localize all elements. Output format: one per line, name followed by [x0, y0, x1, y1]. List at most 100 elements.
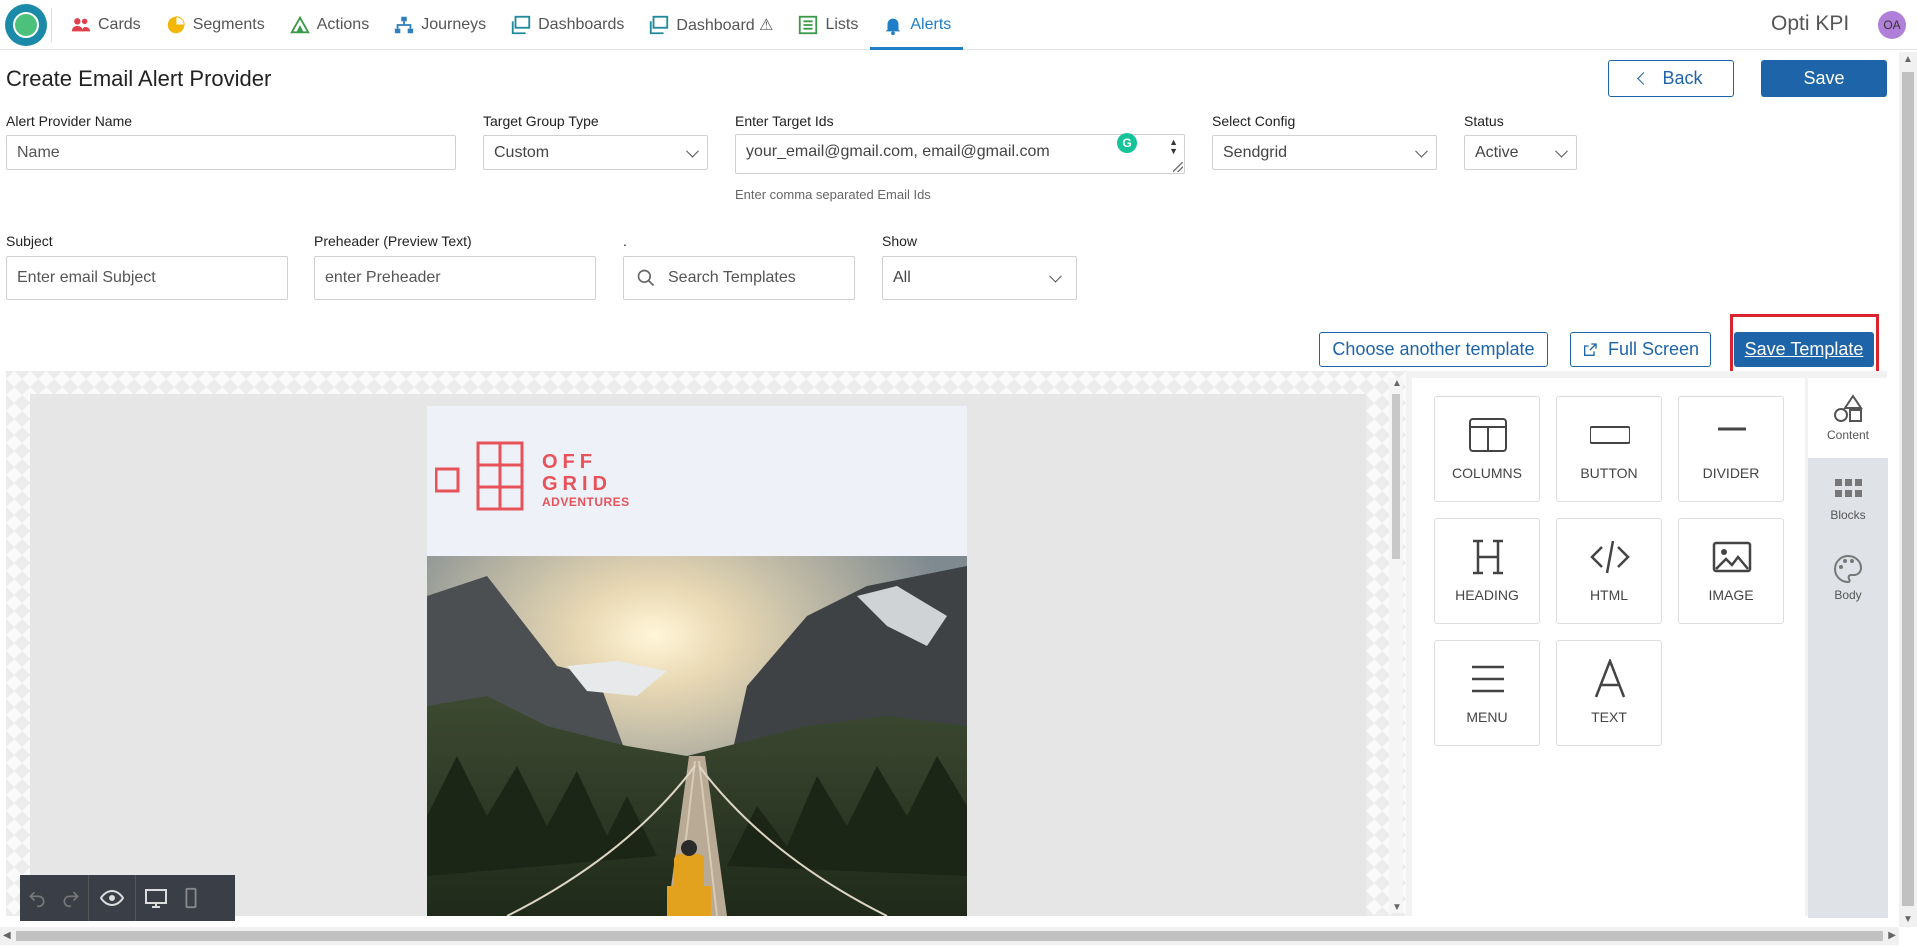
- status-select[interactable]: Active: [1464, 135, 1577, 170]
- tool-menu[interactable]: MENU: [1434, 640, 1540, 746]
- scroll-right-arrow-icon[interactable]: ▶: [1888, 930, 1896, 941]
- provider-name-placeholder: Name: [17, 143, 60, 161]
- nav-item-lists[interactable]: Lists: [785, 0, 870, 50]
- tool-divider[interactable]: DIVIDER: [1678, 396, 1784, 502]
- preheader-input[interactable]: enter Preheader: [314, 256, 596, 300]
- page-horizontal-scrollbar[interactable]: ◀ ▶: [0, 927, 1899, 945]
- page-title: Create Email Alert Provider: [6, 66, 272, 91]
- palette-icon: [1834, 554, 1863, 584]
- tab-body[interactable]: Body: [1808, 538, 1888, 618]
- scroll-up-arrow-icon[interactable]: ▲: [1392, 378, 1402, 389]
- tab-label: Body: [1834, 588, 1862, 602]
- tool-button[interactable]: BUTTON: [1556, 396, 1662, 502]
- nav-item-alerts[interactable]: Alerts: [870, 0, 964, 50]
- choose-another-template-button[interactable]: Choose another template: [1319, 332, 1548, 367]
- provider-name-label: Alert Provider Name: [6, 113, 133, 129]
- editor-scroll-thumb[interactable]: [1392, 394, 1400, 559]
- divider-icon: [1718, 427, 1746, 431]
- tab-label: Content: [1826, 428, 1870, 442]
- tool-text[interactable]: TEXT: [1556, 640, 1662, 746]
- target-ids-textarea[interactable]: your_email@gmail.com, email@gmail.com G …: [735, 133, 1185, 174]
- nav-item-label: Dashboard ⚠: [676, 17, 774, 34]
- scroll-down-arrow-icon[interactable]: ▼: [1392, 902, 1402, 913]
- pie-chart-icon: [167, 16, 185, 34]
- editor-side-tabs: Content Blocks Body: [1808, 378, 1888, 918]
- horizontal-scroll-thumb[interactable]: [16, 931, 1883, 941]
- redo-icon: [63, 891, 79, 908]
- preview-button[interactable]: [89, 875, 135, 921]
- full-screen-button[interactable]: Full Screen: [1570, 332, 1711, 367]
- mobile-icon: [185, 887, 197, 909]
- full-screen-label: Full Screen: [1607, 339, 1700, 359]
- provider-name-input[interactable]: Name: [6, 135, 456, 170]
- top-navigation: Cards Segments Actions Journeys Dashboar…: [0, 0, 1917, 50]
- menu-icon: [1472, 665, 1504, 693]
- undo-button[interactable]: [20, 875, 54, 921]
- scroll-left-arrow-icon[interactable]: ◀: [3, 930, 11, 941]
- page-scroll-thumb[interactable]: [1902, 72, 1914, 906]
- hero-image[interactable]: [427, 556, 967, 916]
- app-logo[interactable]: [5, 4, 47, 46]
- target-group-type-select[interactable]: Custom: [483, 135, 708, 170]
- users-icon: [71, 18, 91, 32]
- tool-columns[interactable]: COLUMNS: [1434, 396, 1540, 502]
- redo-button[interactable]: [54, 875, 88, 921]
- scroll-down-arrow-icon[interactable]: ▼: [1903, 914, 1913, 925]
- save-button-label: Save: [1803, 68, 1845, 88]
- nav-item-dashboard[interactable]: Dashboard ⚠: [636, 0, 785, 50]
- back-button-label: Back: [1662, 68, 1703, 88]
- nav-item-label: Dashboards: [538, 16, 625, 33]
- nav-item-actions[interactable]: Actions: [277, 0, 381, 50]
- avatar[interactable]: OA: [1878, 11, 1906, 39]
- tool-image[interactable]: IMAGE: [1678, 518, 1784, 624]
- status-label: Status: [1464, 113, 1504, 129]
- tab-content[interactable]: Content: [1808, 378, 1888, 458]
- subject-input[interactable]: Enter email Subject: [6, 256, 288, 300]
- scroll-up-arrow-icon[interactable]: ▲: [1903, 54, 1913, 65]
- tool-heading[interactable]: HEADING: [1434, 518, 1540, 624]
- text-icon: [1594, 659, 1626, 698]
- save-button[interactable]: Save: [1761, 60, 1887, 97]
- tool-label: TEXT: [1591, 709, 1627, 725]
- dashboard-icon: [650, 15, 669, 35]
- nav-item-segments[interactable]: Segments: [153, 0, 277, 50]
- subject-label: Subject: [6, 233, 53, 249]
- heading-icon: [1473, 539, 1503, 575]
- search-templates-input[interactable]: Search Templates: [623, 256, 855, 300]
- tool-html[interactable]: HTML: [1556, 518, 1662, 624]
- chevron-down-icon: [686, 144, 699, 158]
- resize-handle-icon[interactable]: [1173, 162, 1183, 172]
- mobile-view-button[interactable]: [176, 875, 206, 921]
- actions-icon: [289, 15, 310, 34]
- grid-icon: [1835, 479, 1862, 497]
- tab-label: Blocks: [1830, 508, 1866, 522]
- nav-item-label: Alerts: [910, 16, 952, 33]
- tool-label: HEADING: [1455, 587, 1519, 603]
- back-button[interactable]: Back: [1608, 60, 1734, 97]
- nav-item-cards[interactable]: Cards: [58, 0, 153, 50]
- search-templates-placeholder: Search Templates: [668, 269, 796, 286]
- spinner-arrows-icon: ▲ ▼: [1169, 137, 1178, 156]
- email-header-block[interactable]: OFF GRID ADVENTURES: [427, 406, 967, 556]
- logo-text-off: OFF: [542, 451, 597, 473]
- page-vertical-scrollbar[interactable]: ▲ ▼: [1899, 52, 1917, 927]
- target-ids-value: your_email@gmail.com, email@gmail.com: [746, 143, 1050, 160]
- nav-item-label: Actions: [316, 16, 370, 33]
- code-icon: [1590, 540, 1630, 574]
- show-value: All: [893, 269, 911, 286]
- show-label: Show: [882, 233, 918, 249]
- desktop-view-button[interactable]: [136, 875, 176, 921]
- nav-divider: [51, 8, 52, 42]
- choose-template-label: Choose another template: [1332, 339, 1535, 359]
- tab-blocks[interactable]: Blocks: [1808, 458, 1888, 538]
- editor-vertical-scrollbar[interactable]: ▲ ▼: [1389, 378, 1403, 913]
- search-icon: [637, 269, 655, 287]
- preheader-label: Preheader (Preview Text): [314, 233, 472, 249]
- tool-label: BUTTON: [1580, 465, 1638, 481]
- nav-item-label: Cards: [98, 16, 141, 33]
- target-group-type-value: Custom: [494, 143, 550, 161]
- nav-item-dashboards[interactable]: Dashboards: [498, 0, 636, 50]
- config-select[interactable]: Sendgrid: [1212, 135, 1437, 170]
- show-select[interactable]: All: [882, 256, 1077, 300]
- nav-item-journeys[interactable]: Journeys: [381, 0, 498, 50]
